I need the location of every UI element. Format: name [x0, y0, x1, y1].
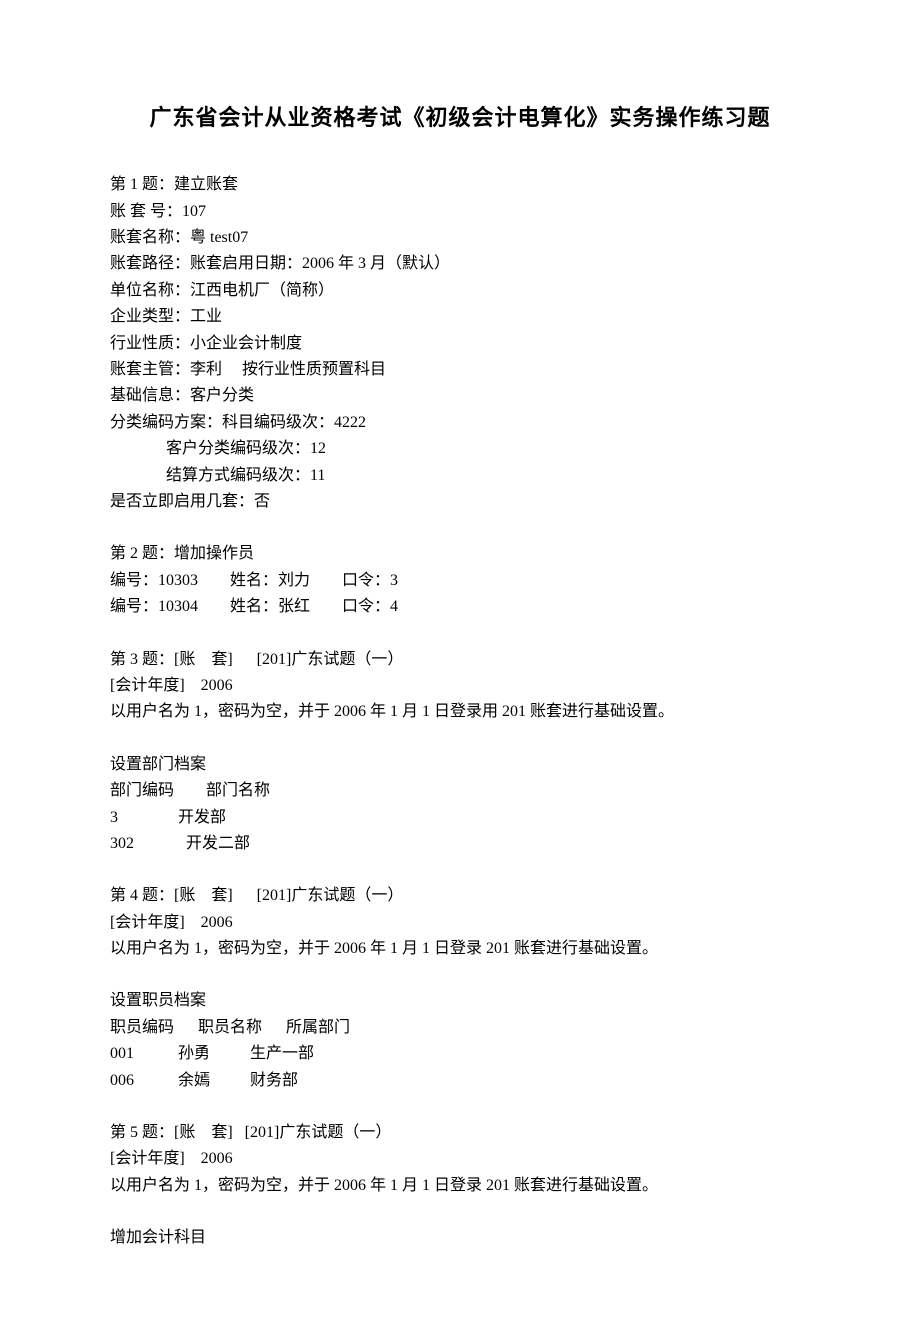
q4-line: [会计年度] 2006 — [110, 910, 810, 936]
q1-line: 基础信息：客户分类 — [110, 383, 810, 409]
question-2: 第 2 题：增加操作员 编号：10303 姓名：刘力 口令：3 编号：10304… — [110, 541, 810, 620]
q1-line: 单位名称：江西电机厂（简称） — [110, 278, 810, 304]
q4-subheading: 设置职员档案 — [110, 988, 810, 1014]
q1-line: 账 套 号：107 — [110, 199, 810, 225]
q1-line: 行业性质：小企业会计制度 — [110, 331, 810, 357]
q1-line: 账套名称：粤 test07 — [110, 225, 810, 251]
q2-line: 编号：10303 姓名：刘力 口令：3 — [110, 568, 810, 594]
question-3-table: 设置部门档案 部门编码 部门名称 3 开发部 302 开发二部 — [110, 752, 810, 858]
q1-line: 账套主管：李利 按行业性质预置科目 — [110, 357, 810, 383]
question-4-header: 第 4 题：[账 套] [201]广东试题（一） [会计年度] 2006 以用户… — [110, 883, 810, 962]
question-1: 第 1 题：建立账套 账 套 号：107 账套名称：粤 test07 账套路径：… — [110, 172, 810, 515]
q4-heading: 第 4 题：[账 套] [201]广东试题（一） — [110, 883, 810, 909]
q3-line: 以用户名为 1，密码为空，并于 2006 年 1 月 1 日登录用 201 账套… — [110, 699, 810, 725]
q1-line: 账套路径：账套启用日期：2006 年 3 月（默认） — [110, 251, 810, 277]
q5-heading: 第 5 题：[账 套] [201]广东试题（一） — [110, 1120, 810, 1146]
q4-table-row: 006 余嫣 财务部 — [110, 1068, 810, 1094]
q2-line: 编号：10304 姓名：张红 口令：4 — [110, 594, 810, 620]
q5-line: 以用户名为 1，密码为空，并于 2006 年 1 月 1 日登录 201 账套进… — [110, 1173, 810, 1199]
q3-table-row: 302 开发二部 — [110, 831, 810, 857]
q1-heading: 第 1 题：建立账套 — [110, 172, 810, 198]
q2-heading: 第 2 题：增加操作员 — [110, 541, 810, 567]
q3-line: [会计年度] 2006 — [110, 673, 810, 699]
question-5-sub: 增加会计科目 — [110, 1225, 810, 1251]
q5-line: [会计年度] 2006 — [110, 1146, 810, 1172]
q3-table-row: 3 开发部 — [110, 805, 810, 831]
q4-line: 以用户名为 1，密码为空，并于 2006 年 1 月 1 日登录 201 账套进… — [110, 936, 810, 962]
q1-line: 分类编码方案：科目编码级次：4222 — [110, 410, 810, 436]
q5-subheading: 增加会计科目 — [110, 1225, 810, 1251]
question-3-header: 第 3 题：[账 套] [201]广东试题（一） [会计年度] 2006 以用户… — [110, 647, 810, 726]
q3-table-header: 部门编码 部门名称 — [110, 778, 810, 804]
document-page: 广东省会计从业资格考试《初级会计电算化》实务操作练习题 第 1 题：建立账套 账… — [0, 0, 920, 1338]
q1-line: 客户分类编码级次：12 — [110, 436, 810, 462]
question-5-header: 第 5 题：[账 套] [201]广东试题（一） [会计年度] 2006 以用户… — [110, 1120, 810, 1199]
q1-line: 结算方式编码级次：11 — [110, 463, 810, 489]
q3-heading: 第 3 题：[账 套] [201]广东试题（一） — [110, 647, 810, 673]
q3-subheading: 设置部门档案 — [110, 752, 810, 778]
q1-line: 企业类型：工业 — [110, 304, 810, 330]
q4-table-row: 001 孙勇 生产一部 — [110, 1041, 810, 1067]
q1-line: 是否立即启用几套：否 — [110, 489, 810, 515]
document-title: 广东省会计从业资格考试《初级会计电算化》实务操作练习题 — [110, 100, 810, 136]
question-4-table: 设置职员档案 职员编码 职员名称 所属部门 001 孙勇 生产一部 006 余嫣… — [110, 988, 810, 1094]
q4-table-header: 职员编码 职员名称 所属部门 — [110, 1015, 810, 1041]
